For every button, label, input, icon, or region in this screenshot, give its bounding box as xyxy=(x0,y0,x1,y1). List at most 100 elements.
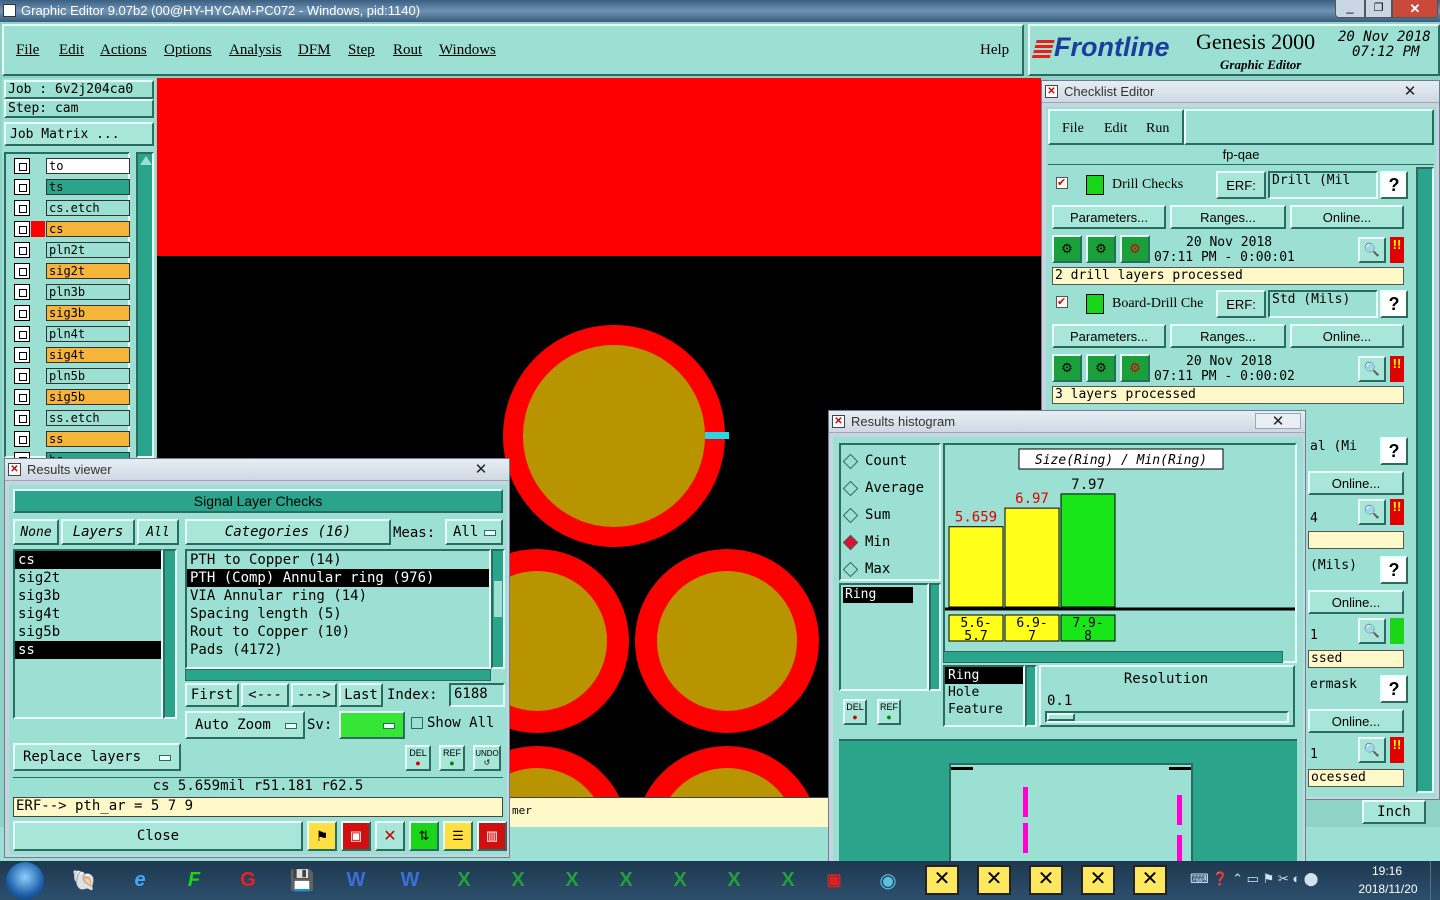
layer-list-item[interactable]: cs xyxy=(15,551,161,569)
flag-icon[interactable]: ⚑ xyxy=(307,821,337,851)
layer-checkbox[interactable] xyxy=(14,389,30,405)
layer-row[interactable]: pln5b xyxy=(14,368,130,384)
layer-name[interactable]: cs.etch xyxy=(46,200,130,216)
taskbar-excel-icon[interactable]: X xyxy=(442,861,486,899)
layer-checkbox[interactable] xyxy=(14,263,30,279)
layer-row[interactable]: ts xyxy=(14,179,130,195)
report-icon[interactable]: ☰ xyxy=(443,821,473,851)
del-button[interactable]: DEL ● xyxy=(843,699,867,725)
layer-name[interactable]: ss xyxy=(46,431,130,447)
categories-scrollbar[interactable] xyxy=(491,549,505,669)
layer-row[interactable]: sig4t xyxy=(14,347,130,363)
taskbar-frontline-icon[interactable]: F xyxy=(172,861,216,899)
del-button[interactable]: DEL ● xyxy=(405,745,431,771)
taskbar-genesis-icon[interactable]: G xyxy=(226,861,270,899)
run-icon[interactable]: ⚙ xyxy=(1052,354,1082,382)
category-list-item[interactable]: Spacing length (5) xyxy=(187,605,489,623)
layer-list-item[interactable]: sig2t xyxy=(15,569,161,587)
erf-value[interactable]: Std (Mils) xyxy=(1268,290,1378,318)
ref-button[interactable]: REF ● xyxy=(439,745,465,771)
help-button[interactable]: ? xyxy=(1380,556,1408,584)
taskbar-excel-icon[interactable]: X xyxy=(604,861,648,899)
taskbar-xwindow-icon[interactable]: ✕ xyxy=(972,861,1016,899)
minimize-button[interactable]: _ xyxy=(1335,0,1365,18)
run-all-icon[interactable]: ⚙ xyxy=(1086,354,1116,382)
mode-option-max[interactable]: Max xyxy=(842,559,890,579)
first-button[interactable]: First xyxy=(185,683,239,707)
mode-option-average[interactable]: Average xyxy=(842,478,924,498)
parameters-button[interactable]: Parameters... xyxy=(1052,324,1166,348)
last-button[interactable]: Last xyxy=(339,683,383,707)
layer-row[interactable]: pln4t xyxy=(14,326,130,342)
run-all-icon[interactable]: ⚙ xyxy=(1086,235,1116,263)
checklist-menu-run[interactable]: Run xyxy=(1146,121,1169,137)
check-enable-checkbox[interactable]: ✔ xyxy=(1056,177,1068,189)
layer-name[interactable]: to xyxy=(46,158,130,174)
scroll-up-arrow[interactable] xyxy=(140,156,152,165)
menu-windows[interactable]: Windows xyxy=(439,42,496,59)
layer-name[interactable]: pln2t xyxy=(46,242,130,258)
layer-name[interactable]: pln5b xyxy=(46,368,130,384)
layer-name[interactable]: sig4t xyxy=(46,347,130,363)
delete-ref-icon[interactable]: ✕ xyxy=(375,821,405,851)
layer-checkbox[interactable] xyxy=(14,200,30,216)
slider-thumb[interactable] xyxy=(1047,713,1075,721)
layer-row[interactable]: pln3b xyxy=(14,284,130,300)
radio-diamond-icon[interactable] xyxy=(842,480,859,496)
feature-list-item[interactable]: Hole xyxy=(945,684,1023,701)
taskbar-xwindow-icon[interactable]: ✕ xyxy=(1128,861,1172,899)
attribute-item[interactable]: Ring xyxy=(843,587,913,603)
layer-checkbox[interactable] xyxy=(14,284,30,300)
menu-help[interactable]: Help xyxy=(980,42,1009,59)
histogram-bar[interactable] xyxy=(1060,493,1116,608)
histogram-close-button[interactable]: ✕ xyxy=(1255,413,1301,430)
resolution-slider[interactable] xyxy=(1045,711,1289,723)
menu-options[interactable]: Options xyxy=(164,42,212,59)
tray-icons[interactable]: ⌨ ❓ ⌃ ▭ ⚑ ✂ ◐ ⬤ xyxy=(1190,871,1340,891)
category-list-item[interactable]: Pads (4172) xyxy=(187,641,489,659)
next-button[interactable]: ---> xyxy=(291,683,337,707)
prev-button[interactable]: <--- xyxy=(241,683,289,707)
mode-option-count[interactable]: Count xyxy=(842,451,907,471)
layer-checkbox[interactable] xyxy=(14,347,30,363)
layer-list-item[interactable]: sig5b xyxy=(15,623,161,641)
radio-diamond-icon[interactable] xyxy=(842,561,859,577)
layers-list[interactable]: cs sig2t sig3b sig4t sig5b ss xyxy=(13,549,163,719)
histogram-icon[interactable]: ▥ xyxy=(477,821,507,851)
taskbar-word-icon[interactable]: W xyxy=(388,861,432,899)
attribute-scrollbar[interactable] xyxy=(929,583,941,691)
menu-step[interactable]: Step xyxy=(348,42,375,59)
layer-row[interactable]: ss xyxy=(14,431,130,447)
ref-button[interactable]: REF ● xyxy=(877,699,901,725)
all-button[interactable]: All xyxy=(137,519,179,545)
menu-file[interactable]: File xyxy=(16,42,39,59)
taskbar-excel-icon[interactable]: X xyxy=(496,861,540,899)
layer-row[interactable]: sig3b xyxy=(14,305,130,321)
stop-icon[interactable]: ⚙ xyxy=(1120,354,1150,382)
layers-button[interactable]: Layers xyxy=(61,519,135,545)
layer-checkbox[interactable] xyxy=(14,410,30,426)
layer-row[interactable]: ss.etch xyxy=(14,410,130,426)
layer-name[interactable]: sig3b xyxy=(46,305,130,321)
show-all-checkbox[interactable] xyxy=(411,717,423,729)
layer-row[interactable]: cs xyxy=(14,221,130,237)
layer-row[interactable]: cs.etch xyxy=(14,200,130,216)
job-matrix-button[interactable]: Job Matrix ... xyxy=(4,122,154,146)
auto-zoom-dropdown[interactable]: Auto Zoom xyxy=(185,711,305,739)
category-list-item[interactable]: VIA Annular ring (14) xyxy=(187,587,489,605)
layer-checkbox[interactable] xyxy=(14,179,30,195)
none-button[interactable]: None xyxy=(13,519,59,545)
taskbar-pdf-icon[interactable]: ▣ xyxy=(812,861,856,899)
layer-checkbox[interactable] xyxy=(14,431,30,447)
taskbar-app-shell-icon[interactable]: 🐚 xyxy=(62,861,106,899)
layer-row[interactable]: sig5b xyxy=(14,389,130,405)
taskbar-excel-icon[interactable]: X xyxy=(766,861,810,899)
layer-list-item[interactable]: sig3b xyxy=(15,587,161,605)
categories-hscroll[interactable] xyxy=(185,669,491,681)
layer-name[interactable]: ss.etch xyxy=(46,410,130,426)
layer-checkbox[interactable] xyxy=(14,368,30,384)
zoom-icon[interactable]: 🔍 xyxy=(1358,356,1386,382)
layer-list-item[interactable]: ss xyxy=(15,641,161,659)
start-button[interactable] xyxy=(6,862,44,900)
online-button[interactable]: Online... xyxy=(1308,471,1404,495)
